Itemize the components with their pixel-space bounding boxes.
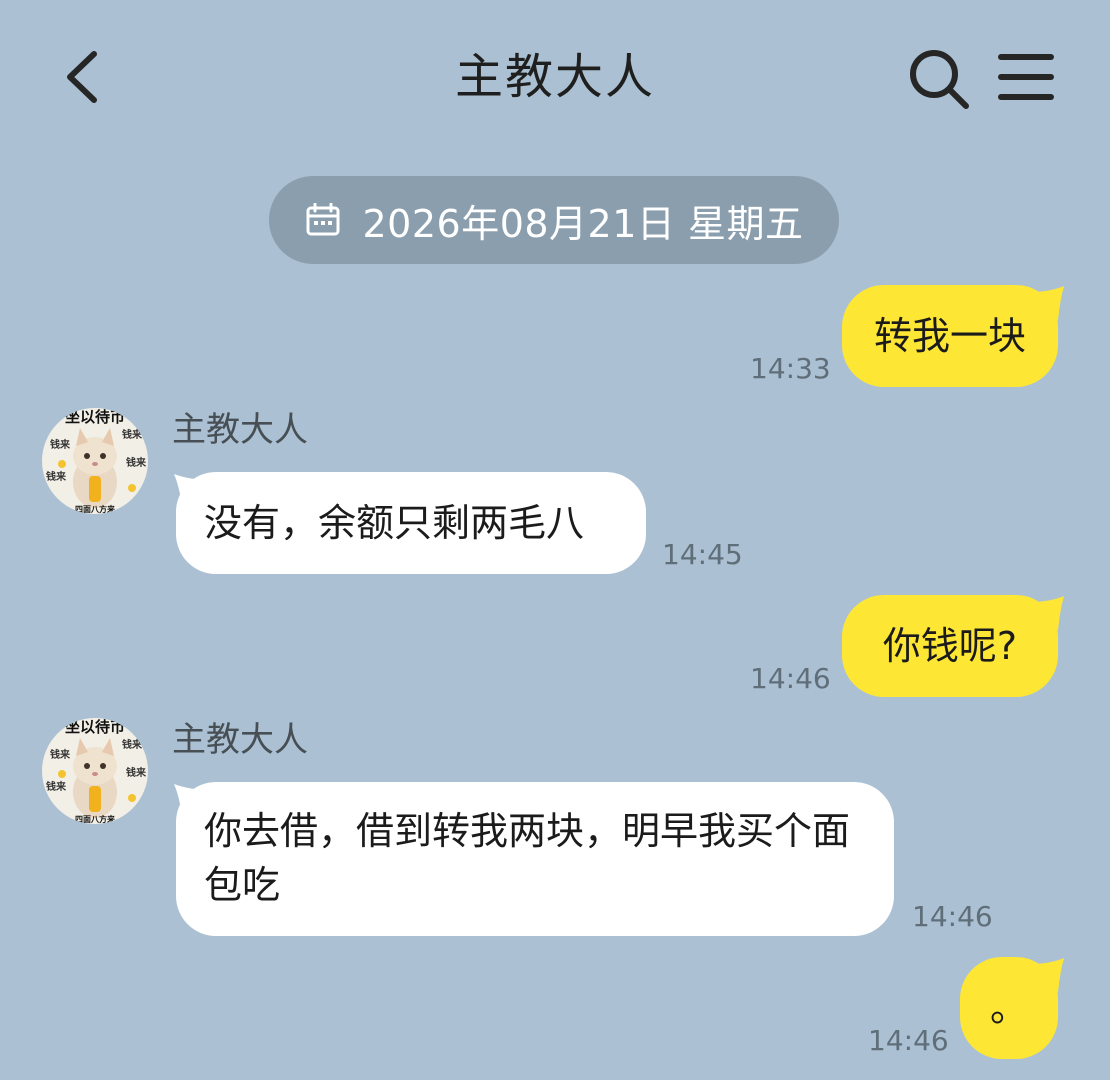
incoming-message-bubble[interactable]: 你去借，借到转我两块，明早我买个面包吃 [176,782,894,936]
message-text: 没有，余额只剩两毛八 [204,501,585,545]
message-text: 转我一块 [873,314,1026,358]
outgoing-message-bubble[interactable]: 转我一块 [842,285,1058,387]
svg-text:钱来: 钱来 [122,738,143,751]
svg-text:钱来: 钱来 [50,748,71,761]
search-icon [910,50,969,109]
svg-text:钱来: 钱来 [122,428,143,441]
message-time: 14:46 [912,900,993,933]
sender-name: 主教大人 [172,720,308,760]
svg-text:四面八方来: 四面八方来 [75,814,116,824]
menu-icon [998,54,1054,100]
avatar[interactable]: 坐以待币 钱来 钱来 钱来 钱来 四面八方来 [42,718,148,824]
avatar[interactable]: 坐以待币 钱来 钱来 钱来 钱来 四面八方来 [42,408,148,514]
cat-avatar-image: 坐以待币 钱来 钱来 钱来 钱来 四面八方来 [42,408,148,514]
svg-text:四面八方来: 四面八方来 [75,504,116,514]
svg-text:钱来: 钱来 [46,470,67,483]
incoming-message-bubble[interactable]: 没有，余额只剩两毛八 [176,472,646,574]
svg-text:钱来: 钱来 [126,456,147,469]
svg-text:钱来: 钱来 [50,438,71,451]
svg-text:钱来: 钱来 [46,780,67,793]
message-time: 14:46 [750,662,831,695]
svg-text:钱来: 钱来 [126,766,147,779]
menu-button[interactable] [996,50,1056,106]
message-time: 14:33 [750,352,831,385]
cat-avatar-image: 坐以待币 钱来 钱来 钱来 钱来 四面八方来 [42,718,148,824]
message-time: 14:45 [662,538,743,571]
outgoing-message-bubble[interactable]: 。 [960,957,1058,1059]
search-button[interactable] [906,46,972,112]
outgoing-message-bubble[interactable]: 你钱呢? [842,595,1058,697]
message-text: 。 [989,986,1028,1030]
date-divider: 2026年08月21日 星期五 [269,176,839,264]
date-text: 2026年08月21日 星期五 [362,201,804,246]
svg-text:坐以待币: 坐以待币 [65,408,125,426]
svg-text:坐以待币: 坐以待币 [65,718,125,736]
sender-name: 主教大人 [172,410,308,450]
chat-screen: 主教大人 2026年08月21日 星期五 14:33 转我一块 坐以待币 钱来 … [0,0,1110,1080]
calendar-icon [306,203,339,236]
message-text: 你钱呢? [882,624,1018,668]
message-text: 你去借，借到转我两块，明早我买个面包吃 [204,809,851,907]
message-time: 14:46 [868,1024,949,1057]
